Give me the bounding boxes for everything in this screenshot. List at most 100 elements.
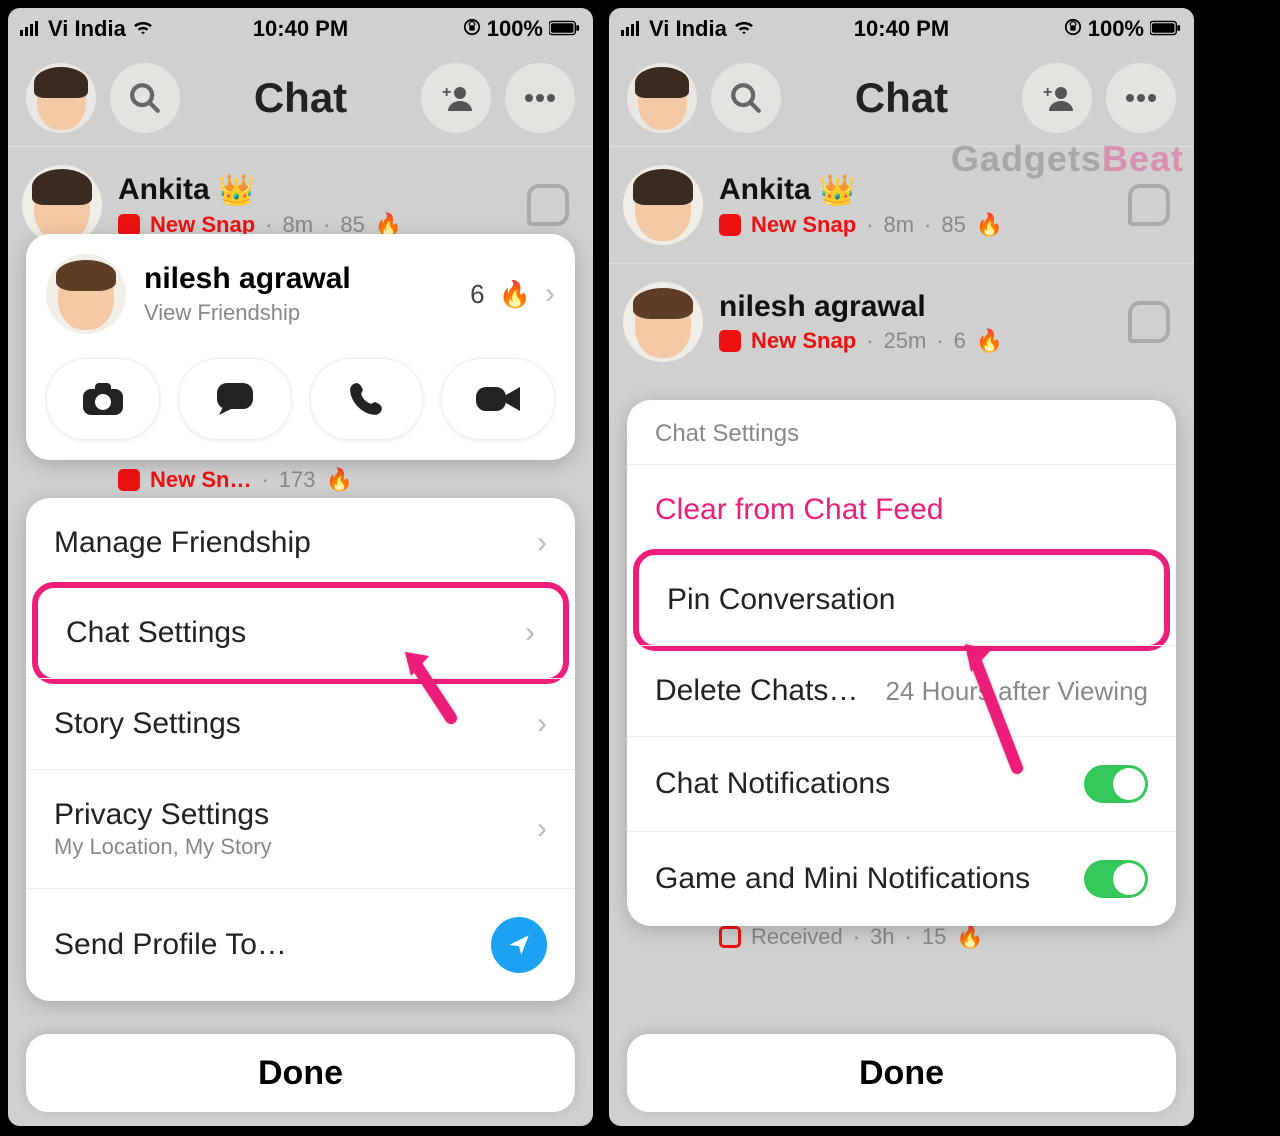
friend-card-sheet: nilesh agrawal View Friendship 6 🔥 › [26, 234, 575, 460]
game-notif-row[interactable]: Game and Mini Notifications [627, 831, 1176, 926]
status-bar: Vi India 10:40 PM 100% [8, 8, 593, 50]
snap-time: 25m [883, 328, 926, 354]
done-label: Done [859, 1054, 944, 1093]
page-title: Chat [194, 74, 407, 122]
fire-icon: 🔥 [956, 924, 983, 950]
snap-status: New Snap [751, 328, 856, 354]
chat-settings-row[interactable]: Chat Settings › [32, 582, 569, 684]
toggle-on[interactable] [1084, 860, 1148, 898]
chevron-right-icon: › [525, 616, 535, 650]
profile-avatar[interactable] [26, 63, 96, 133]
chat-row[interactable]: nilesh agrawal New Snap · 25m · 6 🔥 [609, 263, 1194, 380]
send-profile-row[interactable]: Send Profile To… [26, 888, 575, 1001]
sheet-header: Chat Settings [627, 400, 1176, 464]
chevron-right-icon: › [537, 707, 547, 741]
snap-indicator-icon [118, 214, 140, 236]
camera-button[interactable] [46, 358, 160, 440]
chat-notif-label: Chat Notifications [655, 767, 890, 801]
snap-indicator-icon [118, 469, 140, 491]
view-friendship-link[interactable]: View Friendship [144, 300, 351, 326]
friend-name: Ankita [118, 173, 210, 207]
game-notif-label: Game and Mini Notifications [655, 862, 1030, 896]
add-friend-button[interactable]: + [421, 63, 491, 133]
delete-chats-row[interactable]: Delete Chats… 24 Hours after Viewing [627, 645, 1176, 736]
send-icon[interactable] [491, 917, 547, 973]
more-button[interactable] [505, 63, 575, 133]
story-settings-row[interactable]: Story Settings › [26, 678, 575, 769]
wifi-icon [132, 16, 154, 42]
manage-friendship-label: Manage Friendship [54, 526, 311, 560]
snap-time: 8m [883, 212, 914, 238]
more-button[interactable] [1106, 63, 1176, 133]
snap-status-trunc: New Sn… [150, 467, 251, 493]
battery-icon [549, 16, 581, 42]
carrier-label: Vi India [649, 16, 727, 42]
clear-chat-label: Clear from Chat Feed [655, 493, 943, 527]
add-friend-button[interactable]: + [1022, 63, 1092, 133]
friend-name: Ankita [719, 173, 811, 207]
clear-chat-row[interactable]: Clear from Chat Feed [627, 464, 1176, 555]
chat-button[interactable] [178, 358, 292, 440]
streak-count: 15 [922, 924, 946, 950]
search-button[interactable] [110, 63, 180, 133]
chat-icon[interactable] [1128, 301, 1170, 343]
chat-settings-label: Chat Settings [66, 616, 246, 650]
svg-text:+: + [1043, 84, 1052, 101]
done-label: Done [258, 1054, 343, 1093]
friend-name: nilesh agrawal [144, 262, 351, 296]
streak-count: 85 [941, 212, 965, 238]
done-button[interactable]: Done [26, 1034, 575, 1112]
privacy-label: Privacy Settings [54, 798, 272, 832]
rotation-lock-icon [463, 16, 481, 42]
chat-notif-row[interactable]: Chat Notifications [627, 736, 1176, 831]
carrier-label: Vi India [48, 16, 126, 42]
chat-icon[interactable] [1128, 184, 1170, 226]
page-title: Chat [795, 74, 1008, 122]
manage-friendship-row[interactable]: Manage Friendship › [26, 498, 575, 588]
friend-avatar [623, 165, 703, 245]
snap-indicator-icon [719, 330, 741, 352]
send-profile-label: Send Profile To… [54, 928, 287, 962]
friend-name: nilesh agrawal [719, 290, 926, 324]
toggle-on[interactable] [1084, 765, 1148, 803]
watermark: GadgetsBeat [951, 138, 1184, 180]
received-indicator-icon [719, 926, 741, 948]
streak-count: 6 [470, 279, 484, 310]
friend-avatar[interactable] [46, 254, 126, 334]
chevron-right-icon: › [537, 526, 547, 560]
call-button[interactable] [310, 358, 424, 440]
streak-count: 173 [279, 467, 316, 493]
screen-left: Vi India 10:40 PM 100% Chat + [8, 8, 593, 1126]
done-button[interactable]: Done [627, 1034, 1176, 1112]
chat-header: Chat + [8, 50, 593, 146]
status-bar: Vi India 10:40 PM 100% [609, 8, 1194, 50]
fire-icon: 🔥 [326, 467, 353, 493]
received-time: 3h [870, 924, 894, 950]
annotation-arrow [401, 648, 461, 733]
pin-conversation-row[interactable]: Pin Conversation [633, 549, 1170, 651]
battery-pct: 100% [487, 16, 543, 42]
profile-avatar[interactable] [627, 63, 697, 133]
chat-icon[interactable] [527, 184, 569, 226]
delete-label: Delete Chats… [655, 674, 858, 708]
privacy-settings-row[interactable]: Privacy Settings My Location, My Story › [26, 769, 575, 888]
story-settings-label: Story Settings [54, 707, 241, 741]
fire-icon: 🔥 [499, 279, 531, 310]
crown-icon: 👑 [819, 173, 856, 208]
video-button[interactable] [441, 358, 555, 440]
signal-icon [621, 16, 643, 42]
snap-status: New Snap [751, 212, 856, 238]
chevron-right-icon[interactable]: › [545, 277, 555, 311]
clock-label: 10:40 PM [253, 16, 348, 42]
streak-count: 6 [954, 328, 966, 354]
rotation-lock-icon [1064, 16, 1082, 42]
search-button[interactable] [711, 63, 781, 133]
svg-text:+: + [442, 84, 451, 101]
crown-icon: 👑 [218, 173, 255, 208]
snap-indicator-icon [719, 214, 741, 236]
privacy-sub: My Location, My Story [54, 834, 272, 860]
fire-icon: 🔥 [976, 328, 1003, 354]
battery-pct: 100% [1088, 16, 1144, 42]
annotation-arrow [959, 638, 1029, 783]
fire-icon: 🔥 [976, 212, 1003, 238]
